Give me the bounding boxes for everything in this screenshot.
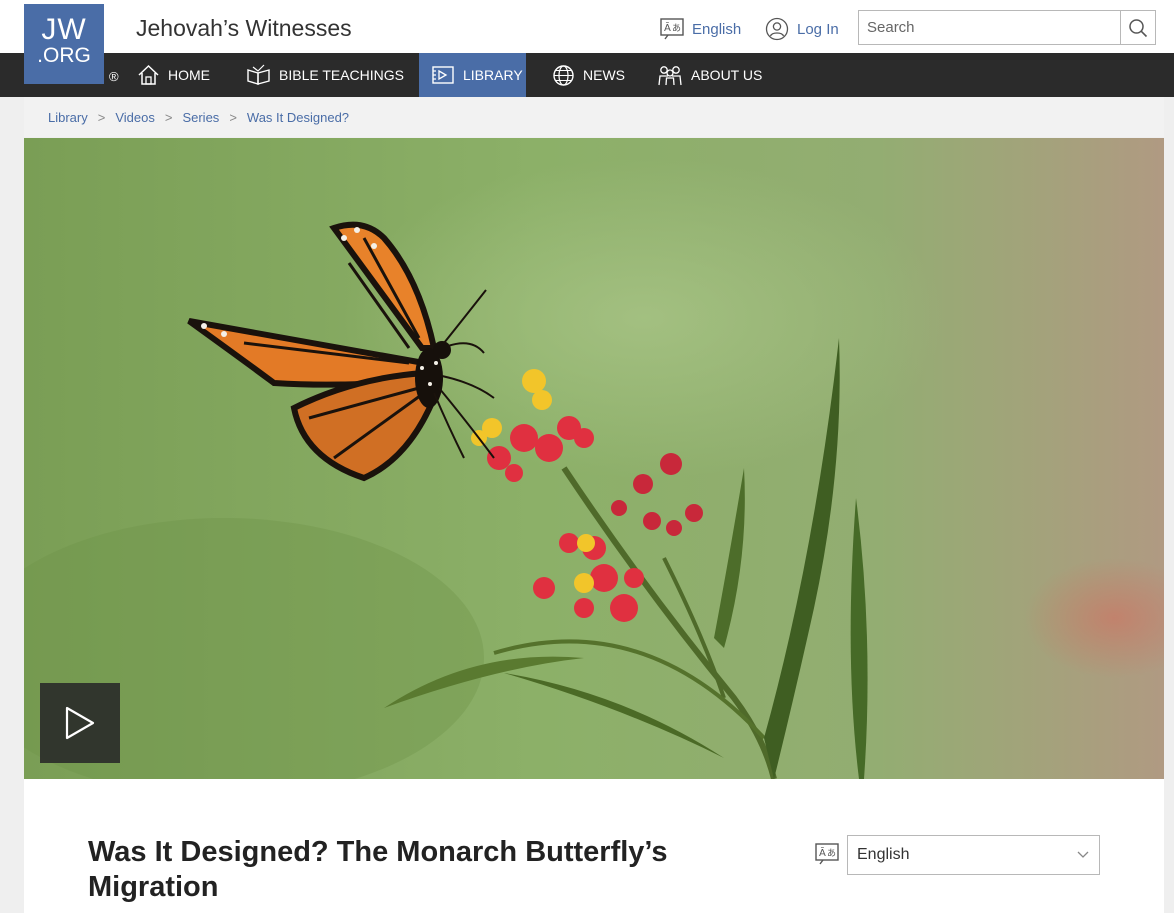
open-bible-icon bbox=[247, 64, 270, 85]
nav-item-news[interactable]: News bbox=[552, 53, 632, 97]
search-box bbox=[858, 10, 1156, 45]
language-select-value: English bbox=[857, 846, 910, 863]
breadcrumb-separator-icon: > bbox=[229, 109, 237, 125]
globe-icon bbox=[553, 64, 574, 86]
breadcrumb-item-library[interactable]: Library bbox=[48, 110, 88, 125]
language-icon: Ā あ bbox=[660, 18, 684, 40]
login-link[interactable]: Log In bbox=[765, 17, 839, 41]
video-poster[interactable] bbox=[24, 138, 1164, 779]
people-icon bbox=[658, 65, 682, 85]
breadcrumb-separator-icon: > bbox=[164, 109, 173, 125]
video-title: Was It Designed? The Monarch Butterfly’s… bbox=[88, 836, 668, 903]
site-title[interactable]: Jehovah’s Witnesses bbox=[136, 15, 352, 42]
main-nav: Home Bible Teachings Library News bbox=[0, 53, 1174, 97]
nav-label-library: Library bbox=[463, 67, 523, 83]
nav-item-home[interactable]: Home bbox=[137, 53, 217, 97]
breadcrumb-separator-icon: > bbox=[97, 109, 106, 125]
video-details: Was It Designed? The Monarch Butterfly’s… bbox=[24, 779, 1164, 913]
breadcrumb-item-videos[interactable]: Videos bbox=[115, 110, 155, 125]
chevron-down-icon bbox=[1077, 851, 1089, 858]
play-video-button[interactable] bbox=[40, 683, 120, 763]
breadcrumb: Library > Videos > Series > Was It Desig… bbox=[24, 97, 1164, 137]
svg-text:あ: あ bbox=[672, 23, 681, 34]
jw-org-logo[interactable]: JW .ORG bbox=[24, 4, 104, 84]
svg-text:Ā: Ā bbox=[819, 846, 826, 859]
search-icon bbox=[1129, 18, 1148, 37]
language-link-label: English bbox=[692, 20, 742, 38]
login-link-label: Log In bbox=[797, 20, 839, 38]
nav-item-about-us[interactable]: About Us bbox=[657, 53, 767, 97]
svg-text:あ: あ bbox=[827, 848, 836, 859]
nav-label-bible-teachings: Bible Teachings bbox=[279, 67, 405, 83]
breadcrumb-item-current[interactable]: Was It Designed? bbox=[247, 110, 349, 125]
play-icon bbox=[65, 706, 95, 740]
user-icon bbox=[765, 17, 789, 41]
logo-line-2: .ORG bbox=[37, 44, 91, 67]
search-button[interactable] bbox=[1120, 11, 1155, 44]
language-select[interactable]: English bbox=[847, 835, 1100, 875]
nav-label-about-us: About Us bbox=[691, 67, 763, 83]
nav-label-home: Home bbox=[168, 67, 210, 83]
nav-item-library[interactable]: Library bbox=[419, 53, 526, 97]
media-library-icon bbox=[432, 66, 454, 84]
language-link[interactable]: Ā あ English bbox=[660, 18, 741, 40]
site-header: Jehovah’s Witnesses Ā あ English Log In bbox=[0, 0, 1174, 53]
search-input[interactable] bbox=[859, 11, 1121, 44]
logo-line-1: JW bbox=[41, 13, 87, 46]
svg-text:Ā: Ā bbox=[664, 21, 671, 34]
nav-label-news: News bbox=[583, 67, 625, 83]
butterfly-on-milkweed-image bbox=[24, 138, 1164, 779]
nav-item-bible-teachings[interactable]: Bible Teachings bbox=[246, 53, 406, 97]
language-icon: Ā あ bbox=[815, 843, 839, 865]
breadcrumb-item-series[interactable]: Series bbox=[182, 110, 219, 125]
registered-mark: ® bbox=[109, 69, 119, 84]
house-icon bbox=[138, 64, 159, 85]
